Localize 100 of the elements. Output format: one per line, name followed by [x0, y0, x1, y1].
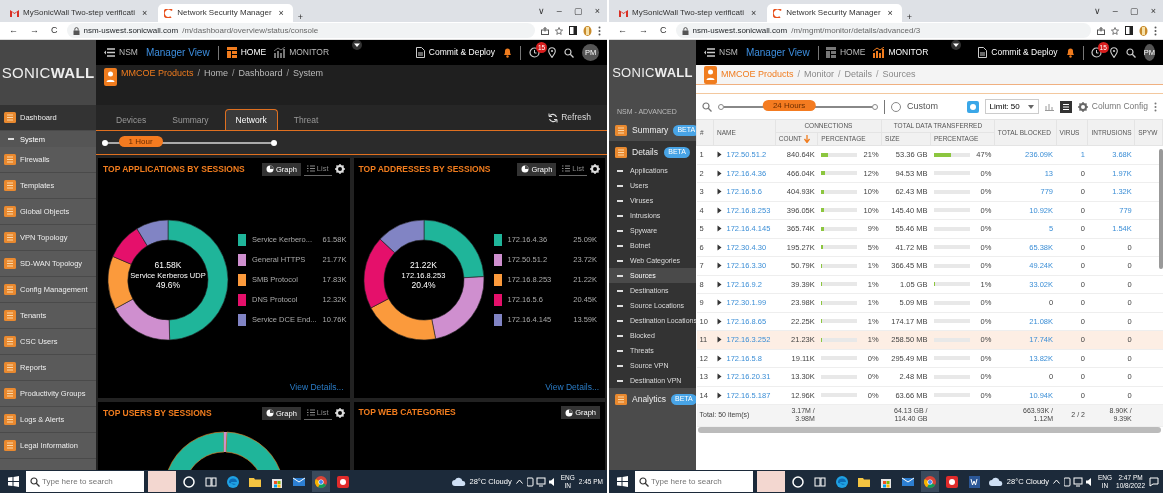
caret-icon[interactable] — [716, 206, 722, 214]
view-details-link[interactable]: View Details... — [539, 379, 605, 398]
dashboard-tab[interactable]: Threat — [283, 109, 329, 130]
caret-icon[interactable] — [716, 262, 722, 270]
collapse-toggle-icon[interactable] — [950, 40, 963, 50]
caret-icon[interactable] — [716, 336, 722, 344]
close-tab-button[interactable]: × — [884, 8, 896, 18]
tray-icons-drawing[interactable] — [526, 476, 557, 487]
nav-tab[interactable]: HOME — [825, 47, 866, 58]
browser-tab[interactable]: MySonicWall Two-step verificati × — [4, 4, 157, 22]
new-tab-button[interactable]: + — [903, 13, 916, 22]
caret-icon[interactable] — [716, 391, 722, 399]
caret-icon[interactable] — [716, 225, 722, 233]
taskbar-search-field[interactable]: Type here to search — [635, 471, 753, 492]
dashboard-tab[interactable]: Summary — [162, 109, 219, 130]
window-control-button[interactable]: × — [1147, 6, 1159, 16]
caret-icon[interactable] — [716, 317, 722, 325]
share-icon[interactable] — [1097, 26, 1105, 35]
location-pin-icon[interactable] — [548, 47, 556, 58]
bell-icon[interactable] — [1065, 47, 1075, 58]
nav-button[interactable]: ← — [6, 26, 21, 35]
breadcrumb-link[interactable]: MMCOE Products — [121, 68, 194, 79]
window-control-button[interactable]: ▢ — [570, 6, 586, 16]
limit-dropdown[interactable]: Limit: 50 — [984, 98, 1039, 115]
close-tab-button[interactable]: × — [139, 8, 151, 18]
address-bar[interactable]: nsm-uswest.sonicwall.com /m/mgmt/monitor/details/advanced/3 — [675, 23, 1091, 38]
caret-icon[interactable] — [716, 243, 722, 251]
clock-icon[interactable] — [1090, 47, 1102, 58]
search-icon[interactable] — [1125, 47, 1136, 58]
more-icon[interactable] — [1154, 101, 1157, 112]
new-tab-button[interactable]: + — [294, 13, 307, 22]
windows-logo-icon[interactable] — [7, 476, 19, 487]
location-pin-icon[interactable] — [1109, 47, 1118, 58]
breadcrumb-link[interactable]: System — [293, 68, 324, 79]
browser-tab[interactable]: MySonicWall Two-step verificati × — [613, 4, 766, 22]
toggle-icon[interactable] — [966, 100, 979, 113]
window-control-button[interactable]: – — [1109, 6, 1121, 16]
search-icon[interactable] — [30, 477, 40, 487]
bell-icon[interactable] — [503, 47, 512, 58]
collapse-toggle-icon[interactable] — [351, 40, 364, 50]
window-control-button[interactable]: ▢ — [1126, 6, 1142, 16]
share-icon[interactable] — [541, 26, 549, 35]
clock-icon[interactable] — [529, 47, 540, 58]
commit-deploy-button[interactable]: Commit & Deploy — [978, 47, 1058, 58]
chevron-up-icon[interactable] — [515, 479, 523, 484]
caret-icon[interactable] — [716, 354, 722, 362]
view-details-link[interactable]: View Details... — [283, 379, 350, 398]
tray-icons-drawing[interactable] — [1064, 476, 1094, 487]
browser-tab[interactable]: Network Security Manager × — [767, 4, 902, 22]
column-config-button[interactable]: Column Config — [1077, 101, 1148, 112]
more-icon[interactable] — [598, 25, 601, 36]
nav-button[interactable]: C — [657, 26, 670, 35]
manager-view-link[interactable]: Manager View — [745, 46, 810, 59]
nav-button[interactable]: → — [27, 26, 42, 35]
manager-view-link[interactable]: Manager View — [145, 46, 210, 59]
windows-logo-icon[interactable] — [616, 476, 628, 487]
vertical-scrollbar[interactable] — [1159, 149, 1163, 269]
breadcrumb-link[interactable]: Home — [204, 68, 229, 79]
more-icon[interactable] — [1154, 25, 1157, 36]
nav-button[interactable]: C — [48, 26, 61, 35]
caret-icon[interactable] — [716, 299, 722, 307]
window-control-button[interactable]: ∨ — [534, 6, 548, 16]
caret-icon[interactable] — [716, 169, 722, 177]
close-tab-button[interactable]: × — [275, 8, 287, 18]
figure-icon[interactable] — [1139, 25, 1148, 36]
side-panel-icon[interactable] — [569, 26, 577, 35]
refresh-icon[interactable] — [548, 112, 559, 123]
dashboard-tab[interactable]: Network — [224, 108, 278, 130]
chevron-up-icon[interactable] — [1053, 479, 1060, 484]
caret-icon[interactable] — [716, 188, 722, 196]
nsm-menu-button[interactable]: NSM — [104, 47, 138, 58]
figure-icon[interactable] — [583, 25, 592, 36]
notification-icon[interactable] — [1149, 476, 1159, 487]
window-control-button[interactable]: × — [591, 6, 603, 16]
refresh-button[interactable]: Refresh — [542, 111, 597, 124]
nav-button[interactable]: ← — [615, 26, 630, 35]
caret-icon[interactable] — [716, 280, 722, 288]
dashboard-tab[interactable]: Devices — [106, 109, 157, 130]
side-panel-icon[interactable] — [1125, 26, 1133, 35]
window-control-button[interactable]: ∨ — [1090, 6, 1104, 16]
search-icon[interactable] — [564, 47, 574, 58]
breadcrumb-link[interactable]: Dashboard — [238, 68, 283, 79]
horizontal-scrollbar[interactable] — [698, 426, 1161, 433]
address-bar[interactable]: nsm-uswest.sonicwall.com /m/dashboard/overview/status/console — [66, 23, 535, 38]
nav-tab[interactable]: MONITOR — [274, 47, 330, 58]
list-view-icon[interactable] — [1059, 100, 1072, 113]
nsm-menu-button[interactable]: NSM — [704, 47, 738, 58]
browser-tab[interactable]: Network Security Manager × — [158, 4, 293, 22]
nav-tab[interactable]: MONITOR — [873, 47, 929, 58]
window-control-button[interactable]: – — [553, 6, 565, 16]
nav-tab[interactable]: HOME — [226, 47, 267, 58]
star-icon[interactable] — [555, 26, 563, 35]
search-icon[interactable] — [639, 477, 649, 487]
star-icon[interactable] — [1111, 26, 1119, 35]
nav-button[interactable]: → — [636, 26, 651, 35]
caret-icon[interactable] — [716, 151, 722, 159]
bar-chart-icon[interactable] — [1044, 102, 1054, 111]
commit-deploy-button[interactable]: Commit & Deploy — [415, 47, 495, 58]
taskbar-search-field[interactable]: Type here to search — [26, 471, 144, 492]
caret-icon[interactable] — [716, 373, 722, 381]
